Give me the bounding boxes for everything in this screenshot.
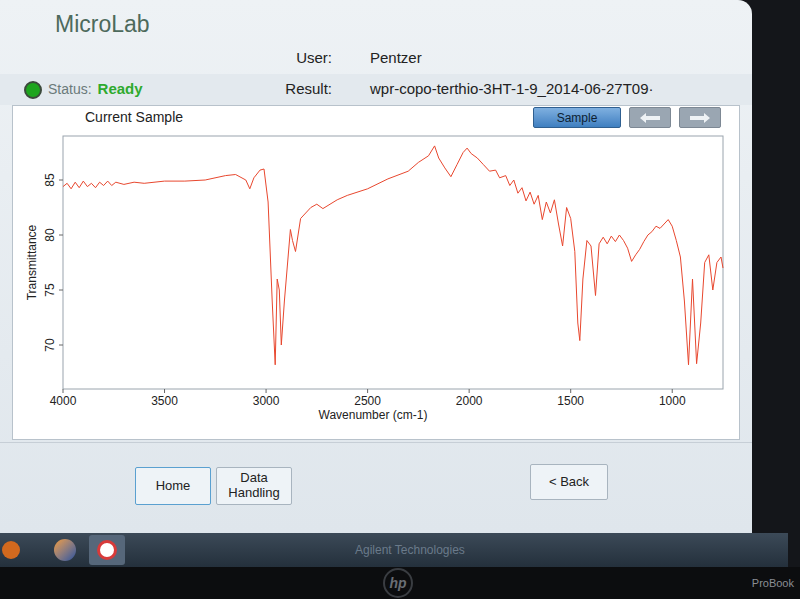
y-tick: 80	[43, 228, 63, 242]
start-icon[interactable]	[2, 541, 20, 559]
arrow-left-icon	[638, 112, 662, 124]
next-button[interactable]	[679, 107, 721, 128]
y-tick: 70	[43, 338, 63, 352]
svg-text:70: 70	[43, 338, 57, 352]
plot-area	[63, 136, 723, 389]
previous-button[interactable]	[629, 107, 671, 128]
user-value: Pentzer	[332, 47, 752, 70]
app-title: MicroLab	[55, 7, 150, 42]
footer-button[interactable]: Data Handling	[216, 467, 292, 505]
x-tick: 4000	[50, 389, 77, 408]
result-label: Result:	[270, 78, 332, 101]
sample-panel: Current Sample Sample Transmittance 85 80 75 7…	[12, 105, 740, 440]
svg-text:85: 85	[43, 173, 57, 187]
laptop-bezel: hp ProBook	[0, 567, 800, 599]
x-tick: 3500	[151, 389, 178, 408]
screen: MicroLab User:Pentzer Status:ReadyResult:w…	[0, 0, 752, 533]
svg-text:3000: 3000	[253, 394, 280, 408]
x-axis-label: Wavenumber (cm-1)	[319, 408, 428, 422]
x-tick: 3000	[253, 389, 280, 408]
footer: HomeData Handling < Back	[0, 442, 752, 533]
svg-text:75: 75	[43, 283, 57, 297]
x-tick: 2500	[354, 389, 381, 408]
x-tick: 2000	[456, 389, 483, 408]
svg-text:4000: 4000	[50, 394, 77, 408]
y-tick: 85	[43, 173, 63, 187]
sample-button[interactable]: Sample	[533, 107, 621, 128]
screen-bezel	[752, 0, 800, 533]
y-tick: 75	[43, 283, 63, 297]
status: Status:Ready	[0, 78, 270, 101]
svg-text:2000: 2000	[456, 394, 483, 408]
svg-text:1500: 1500	[557, 394, 584, 408]
x-tick: 1000	[659, 389, 686, 408]
spectrum-line	[63, 146, 723, 365]
header: MicroLab User:Pentzer Status:ReadyResult:w…	[0, 0, 752, 105]
taskbar-watermark: Agilent Technologies	[355, 541, 465, 559]
y-axis-label: Transmittance	[25, 224, 39, 300]
x-tick: 1500	[557, 389, 584, 408]
panel-title: Current Sample	[85, 107, 183, 128]
result-value: wpr-copo-terthio-3HT-1-9_2014-06-27T09·	[332, 78, 752, 101]
app-icon[interactable]	[89, 535, 125, 565]
spectrum-chart: Transmittance 85 80 75 70 4000 3500 3000 2500 200…	[16, 129, 741, 427]
back-button[interactable]: < Back	[530, 464, 608, 500]
model-label: ProBook	[752, 575, 794, 592]
browser-icon[interactable]	[54, 539, 76, 561]
status-dot	[24, 81, 42, 99]
user-label: User:	[270, 47, 332, 70]
brand-logo: hp	[383, 568, 413, 598]
svg-text:2500: 2500	[354, 394, 381, 408]
photo: MicroLab User:Pentzer Status:ReadyResult:w…	[0, 0, 800, 599]
taskbar: Agilent Technologies	[0, 533, 788, 567]
svg-text:1000: 1000	[659, 394, 686, 408]
svg-text:3500: 3500	[151, 394, 178, 408]
arrow-right-icon	[688, 112, 712, 124]
footer-button[interactable]: Home	[135, 467, 211, 505]
svg-text:80: 80	[43, 228, 57, 242]
